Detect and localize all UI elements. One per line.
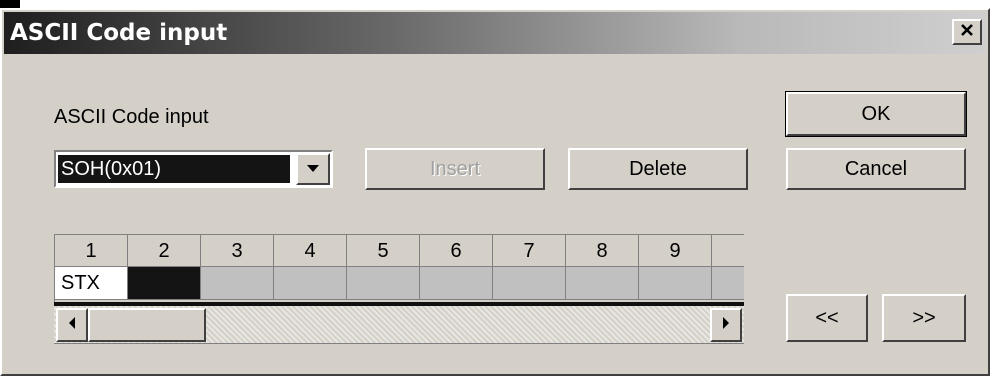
grid-header-cell: 1 <box>55 235 128 267</box>
scroll-right-button[interactable] <box>710 308 742 342</box>
cancel-button[interactable]: Cancel <box>786 148 966 190</box>
grid-data-cell[interactable] <box>201 267 274 300</box>
grid-data-cell-selected[interactable] <box>128 267 201 300</box>
title-bar[interactable]: ASCII Code input <box>4 12 986 54</box>
combo-dropdown-button[interactable] <box>296 153 330 185</box>
delete-button[interactable]: Delete <box>568 148 748 190</box>
grid-header-cell: 4 <box>274 235 347 267</box>
grid-header-cell: 5 <box>347 235 420 267</box>
grid-data-cell[interactable] <box>274 267 347 300</box>
window-title: ASCII Code input <box>10 20 228 46</box>
close-icon <box>960 20 974 42</box>
grid-header-cell: 2 <box>128 235 201 267</box>
chevron-down-icon <box>306 160 320 178</box>
grid-data-cell[interactable] <box>347 267 420 300</box>
grid-data-cell[interactable] <box>493 267 566 300</box>
grid-data-cell[interactable] <box>712 267 744 300</box>
grid-header-cell: 9 <box>639 235 712 267</box>
combo-selected-value: SOH(0x01) <box>58 155 290 183</box>
scroll-left-button[interactable] <box>56 308 88 342</box>
triangle-left-icon <box>68 316 76 334</box>
grid-data-cell[interactable] <box>566 267 639 300</box>
ok-button[interactable]: OK <box>785 91 967 137</box>
scroll-thumb[interactable] <box>88 308 206 342</box>
next-page-button[interactable]: >> <box>882 294 966 342</box>
grid-header-cell: 3 <box>201 235 274 267</box>
ascii-code-grid[interactable]: 1 2 3 4 5 6 7 8 9 STX <box>54 234 744 304</box>
grid-header-row: 1 2 3 4 5 6 7 8 9 <box>55 235 744 267</box>
grid-header-cell: 8 <box>566 235 639 267</box>
close-button[interactable] <box>952 19 982 45</box>
ascii-code-input-label: ASCII Code input <box>54 106 209 128</box>
triangle-right-icon <box>722 316 730 334</box>
window-corner-marker <box>0 0 20 8</box>
ascii-code-input-dialog: ASCII Code input ASCII Code input SOH(0x… <box>0 8 990 376</box>
grid-horizontal-scrollbar[interactable] <box>54 306 744 344</box>
grid-data-cell[interactable]: STX <box>55 267 128 300</box>
ascii-code-combobox[interactable]: SOH(0x01) <box>54 150 333 188</box>
grid-data-cell[interactable] <box>420 267 493 300</box>
grid-header-cell <box>712 235 744 267</box>
grid-header-cell: 6 <box>420 235 493 267</box>
grid-header-cell: 7 <box>493 235 566 267</box>
previous-page-button[interactable]: << <box>786 294 868 342</box>
grid-data-row: STX <box>55 267 744 300</box>
insert-button[interactable]: Insert <box>365 148 545 190</box>
grid-data-cell[interactable] <box>639 267 712 300</box>
